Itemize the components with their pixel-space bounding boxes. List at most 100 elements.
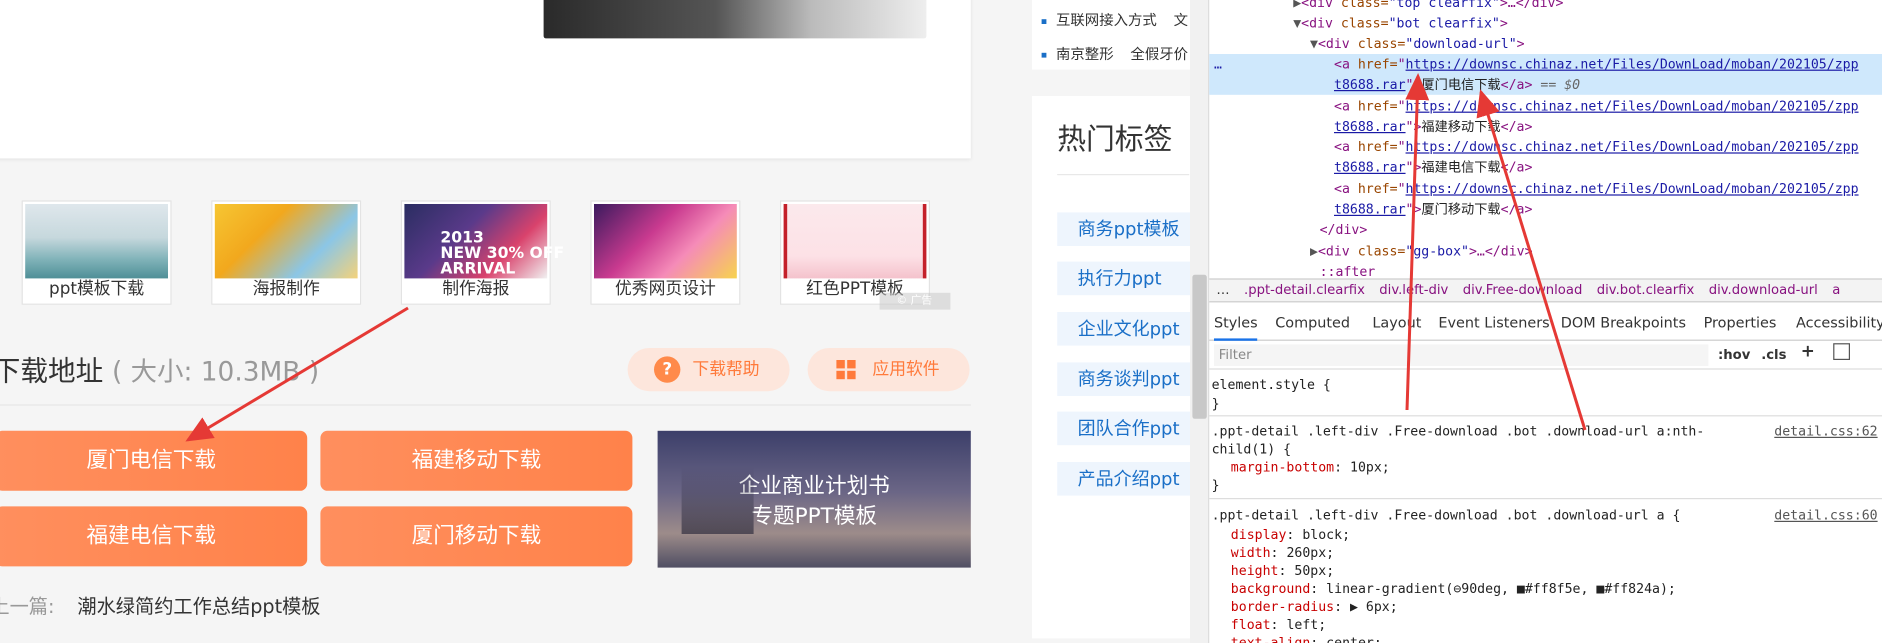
- ad-banner[interactable]: 企业商业计划书 专题PPT模板: [657, 430, 971, 568]
- dom-node[interactable]: ▼<div class="bot clearfix">: [1209, 13, 1882, 33]
- dom-node[interactable]: <a href="https://downsc.chinaz.net/Files…: [1209, 179, 1882, 220]
- hot-tag[interactable]: 商务谈判ppt: [1057, 362, 1190, 397]
- hov-toggle[interactable]: :hov: [1718, 347, 1750, 363]
- css-prop-value[interactable]: ▶ 6px;: [1350, 599, 1398, 615]
- collapse-triangle-icon[interactable]: ▶: [1310, 244, 1318, 260]
- css-prop-value[interactable]: 50px;: [1294, 563, 1334, 579]
- breadcrumb-item[interactable]: div.Free-download: [1463, 282, 1583, 298]
- css-prop-value[interactable]: linear-gradient(⊖90deg, ■#ff8f5e, ■#ff82…: [1326, 581, 1676, 597]
- news-item[interactable]: 南京整形 全假牙价: [1041, 43, 1188, 63]
- dom-node[interactable]: </div>: [1209, 220, 1882, 240]
- download-button-xiamen-mobile[interactable]: 厦门移动下载: [320, 506, 633, 567]
- hot-tag[interactable]: 产品介绍ppt: [1057, 462, 1190, 496]
- hot-tag[interactable]: 团队合作ppt: [1057, 411, 1190, 446]
- cls-toggle[interactable]: .cls: [1761, 347, 1786, 363]
- css-prop-name: background: [1230, 580, 1311, 597]
- dom-node[interactable]: ▼<div class="download-url">: [1209, 34, 1882, 54]
- tab-styles[interactable]: Styles: [1214, 314, 1258, 341]
- thumb-item[interactable]: 2013 NEW 30% OFF ARRIVAL 制作海报: [400, 200, 564, 305]
- download-button-xiamen-telecom[interactable]: 厦门电信下载: [0, 430, 308, 491]
- css-source-link[interactable]: detail.css:62: [1774, 422, 1877, 440]
- dom-attr-value: "download-url": [1405, 36, 1517, 52]
- css-declaration[interactable]: height: 50px;: [1209, 562, 1882, 580]
- link-url-tail[interactable]: t8688.rar: [1334, 160, 1406, 176]
- css-declaration[interactable]: border-radius: ▶ 6px;: [1209, 598, 1882, 616]
- thumb-item[interactable]: 红色PPT模板: [780, 200, 931, 305]
- collapse-triangle-icon[interactable]: ▶: [1293, 0, 1301, 11]
- thumb-item[interactable]: 优秀网页设计: [590, 200, 741, 305]
- breadcrumb-item[interactable]: div.download-url: [1709, 282, 1818, 298]
- news-item-tail: 文: [1173, 12, 1189, 29]
- dom-attr-value: "gg-box": [1405, 243, 1469, 260]
- divider: [1209, 498, 1882, 500]
- divider: [1209, 415, 1882, 417]
- dom-node[interactable]: ▶<div class="top clearfix">…</div>: [1209, 0, 1882, 13]
- tab-accessibility[interactable]: Accessibility: [1796, 314, 1882, 331]
- css-selector-text: .ppt-detail .left-div .Free-download .bo…: [1211, 507, 1681, 524]
- tab-layout[interactable]: Layout: [1372, 314, 1421, 331]
- thumb-item[interactable]: ppt模板下载: [21, 200, 172, 305]
- link-url[interactable]: https://downsc.chinaz.net/Files/DownLoad…: [1406, 181, 1859, 197]
- css-declaration[interactable]: margin-bottom: 10px;: [1209, 458, 1882, 476]
- link-url-tail[interactable]: t8688.rar: [1334, 77, 1406, 93]
- hot-tag[interactable]: 商务ppt模板: [1057, 212, 1190, 247]
- css-declaration[interactable]: text-align: center;: [1209, 634, 1882, 643]
- link-url-tail[interactable]: t8688.rar: [1334, 119, 1406, 135]
- download-title: 下载地址 ( 大小: 10.3MB ): [0, 348, 319, 389]
- prev-article: 上一篇: 潮水绿简约工作总结ppt模板: [0, 590, 321, 619]
- more-icon[interactable]: …: [1214, 54, 1222, 74]
- breadcrumb-item[interactable]: .ppt-detail.clearfix: [1244, 282, 1365, 298]
- hot-tag[interactable]: 执行力ppt: [1057, 261, 1190, 296]
- css-prop-name: height: [1230, 562, 1279, 579]
- css-prop-value[interactable]: center;: [1326, 635, 1382, 643]
- css-prop-value[interactable]: block;: [1302, 527, 1350, 543]
- css-rule-element-style[interactable]: element.style {: [1209, 376, 1882, 394]
- download-button-fujian-telecom[interactable]: 福建电信下载: [0, 506, 308, 567]
- breadcrumb-item[interactable]: …: [1216, 282, 1229, 298]
- thumb-item[interactable]: 海报制作: [211, 200, 362, 305]
- new-rule-icon[interactable]: +: [1801, 342, 1815, 361]
- scrollbar-thumb[interactable]: [1192, 274, 1207, 419]
- expand-triangle-icon[interactable]: ▼: [1293, 16, 1301, 32]
- page-scrollbar[interactable]: [1190, 0, 1210, 643]
- dom-tag: div: [1309, 0, 1333, 11]
- css-declaration[interactable]: float: left;: [1209, 616, 1882, 634]
- link-url[interactable]: https://downsc.chinaz.net/Files/DownLoad…: [1406, 139, 1859, 155]
- download-button-fujian-mobile[interactable]: 福建移动下载: [320, 430, 633, 491]
- news-item[interactable]: 互联网接入方式文: [1041, 10, 1189, 30]
- link-url[interactable]: https://downsc.chinaz.net/Files/DownLoad…: [1406, 56, 1859, 72]
- breadcrumb-item[interactable]: div.bot.clearfix: [1597, 282, 1695, 298]
- css-source-link[interactable]: detail.css:60: [1774, 506, 1877, 524]
- css-declaration[interactable]: background: linear-gradient(⊖90deg, ■#ff…: [1209, 580, 1882, 598]
- link-url[interactable]: https://downsc.chinaz.net/Files/DownLoad…: [1406, 98, 1859, 114]
- download-help-button[interactable]: ? 下载帮助: [627, 348, 790, 392]
- prev-article-link[interactable]: 潮水绿简约工作总结ppt模板: [77, 595, 320, 618]
- dom-node[interactable]: <a href="https://downsc.chinaz.net/Files…: [1209, 96, 1882, 137]
- sidebar-toggle-icon[interactable]: [1833, 343, 1850, 360]
- expand-triangle-icon[interactable]: ▼: [1310, 36, 1318, 52]
- tab-dom-breakpoints[interactable]: DOM Breakpoints: [1561, 314, 1686, 331]
- breadcrumb-item[interactable]: a: [1832, 282, 1840, 298]
- css-prop-value[interactable]: left;: [1286, 617, 1326, 633]
- styles-filter-input[interactable]: Filter: [1214, 344, 1709, 366]
- css-prop-value[interactable]: 10px;: [1350, 460, 1390, 476]
- css-selector[interactable]: .ppt-detail .left-div .Free-download .bo…: [1209, 422, 1882, 440]
- tab-event-listeners[interactable]: Event Listeners: [1438, 314, 1549, 331]
- tab-properties[interactable]: Properties: [1704, 314, 1777, 331]
- breadcrumb-item[interactable]: div.left-div: [1379, 282, 1448, 298]
- tab-computed[interactable]: Computed: [1275, 314, 1350, 331]
- news-item-label: 互联网接入方式: [1056, 12, 1157, 29]
- hot-tag[interactable]: 企业文化ppt: [1057, 312, 1190, 346]
- link-url-tail[interactable]: t8688.rar: [1334, 202, 1406, 218]
- css-selector-cont: child(1) {: [1211, 441, 1292, 458]
- thumb-art-text: 2013 NEW 30% OFF ARRIVAL: [440, 229, 565, 279]
- css-prop-value[interactable]: 260px;: [1286, 545, 1334, 561]
- css-declaration[interactable]: display: block;: [1209, 526, 1882, 544]
- bullet-icon: [1041, 52, 1047, 58]
- dom-node[interactable]: ▶<div class="gg-box">…</div>: [1209, 241, 1882, 261]
- css-selector[interactable]: .ppt-detail .left-div .Free-download .bo…: [1209, 506, 1882, 524]
- app-software-button[interactable]: 应用软件: [807, 348, 970, 392]
- dom-node-selected[interactable]: … <a href="https://downsc.chinaz.net/Fil…: [1209, 54, 1882, 95]
- css-declaration[interactable]: width: 260px;: [1209, 544, 1882, 562]
- dom-node[interactable]: <a href="https://downsc.chinaz.net/Files…: [1209, 137, 1882, 178]
